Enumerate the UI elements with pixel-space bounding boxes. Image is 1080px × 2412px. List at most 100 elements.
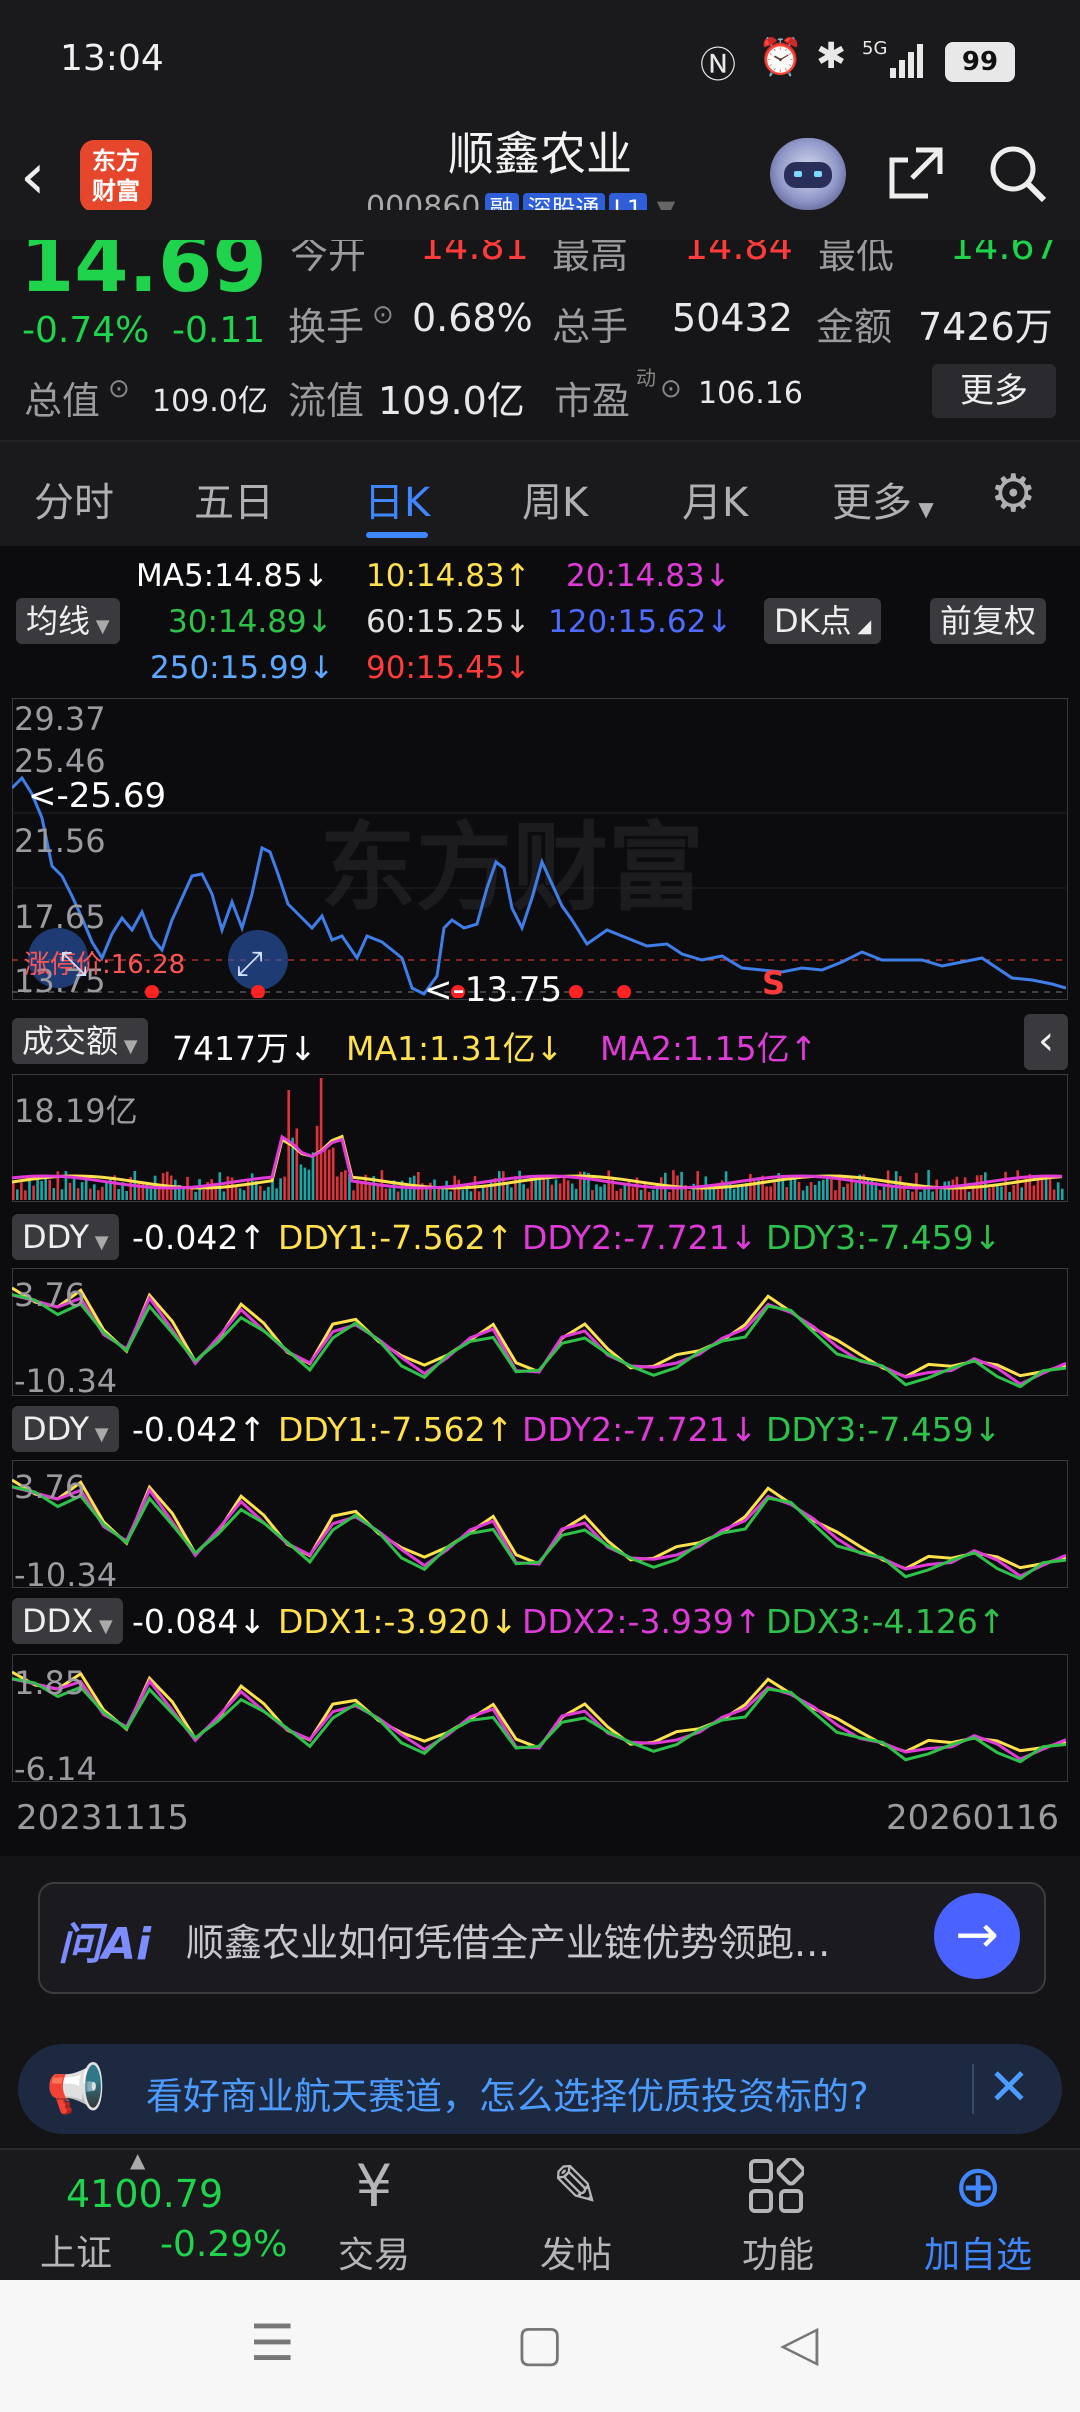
search-icon[interactable] [984, 140, 1052, 208]
volume-bar [631, 1187, 635, 1200]
kline-axis-3: 17.65 [14, 898, 106, 936]
share-icon[interactable] [882, 140, 950, 208]
index-change[interactable]: -0.29% [160, 2224, 287, 2265]
info-icon[interactable]: ⊙ [108, 374, 130, 404]
volume-bar [502, 1171, 505, 1200]
start-date: 20231115 [16, 1798, 190, 1838]
volume-bar [84, 1180, 88, 1200]
volume-bar [48, 1179, 51, 1200]
zoom-in-icon[interactable]: ⤢ [236, 944, 263, 984]
battery-icon: 99 [945, 42, 1015, 82]
volume-bar [303, 1167, 307, 1200]
app-logo[interactable]: 东方财富 [80, 140, 152, 212]
more-button[interactable]: 更多 [932, 364, 1056, 418]
index-value[interactable]: 4100.79 [66, 2172, 223, 2216]
volume-bar [907, 1189, 910, 1200]
ad-text[interactable]: 看好商业航天赛道，怎么选择优质投资标的? [146, 2066, 869, 2120]
volume-bar [307, 1169, 311, 1200]
back-icon[interactable]: ‹ [20, 140, 46, 214]
volume-bar [76, 1188, 80, 1200]
info-icon[interactable]: ⊙ [660, 374, 682, 404]
adjust-button[interactable]: 前复权 [930, 598, 1047, 644]
ma90-value: 90:15.45↓ [366, 650, 531, 686]
volume-bar [36, 1177, 39, 1200]
ddy2-line1: DDY1:-7.562↑ [278, 1410, 514, 1449]
ddy1-axis-top: 3.76 [14, 1276, 86, 1314]
volume-bar [1000, 1186, 1003, 1200]
max-price-marker: <-25.69 [28, 776, 167, 816]
volume-bar [554, 1179, 558, 1200]
volume-bar [615, 1190, 618, 1200]
pe-value: 106.16 [698, 376, 803, 411]
turnover-label: 换手 [288, 305, 365, 349]
ddx-selector[interactable]: DDX ▼ [12, 1598, 123, 1644]
nav-function[interactable]: 功能 [718, 2226, 838, 2278]
settings-icon[interactable]: ⚙ [990, 464, 1037, 524]
trade-icon[interactable]: ¥ [314, 2152, 434, 2220]
volume-bar [477, 1191, 481, 1200]
tab-intraday[interactable]: 分时 [34, 470, 114, 528]
volume-bar [1016, 1170, 1019, 1200]
zoom-out-icon[interactable]: ⤡ [60, 944, 87, 984]
ddy2-axis-bottom: -10.34 [14, 1556, 118, 1594]
volume-bar [28, 1179, 31, 1200]
ddy2-selector[interactable]: DDY ▼ [12, 1406, 119, 1452]
tab-weekly[interactable]: 周K [522, 470, 588, 528]
megaphone-icon: 📢 [46, 2061, 106, 2117]
volume-bar [570, 1183, 574, 1200]
volume-selector[interactable]: 成交额 ▼ [12, 1018, 148, 1064]
volume-bar [882, 1186, 886, 1200]
close-icon[interactable]: ✕ [988, 2058, 1030, 2116]
volume-bar [846, 1183, 849, 1200]
volume-bar [344, 1170, 347, 1200]
back-nav-icon[interactable]: ◁ [780, 2314, 818, 2372]
menu-icon[interactable]: ☰ [250, 2314, 295, 2372]
tab-daily[interactable]: 日K [364, 470, 430, 528]
tab-more[interactable]: 更多 ▼ [832, 470, 934, 528]
volume-bar [311, 1152, 315, 1200]
volume-ma-line [12, 1134, 1063, 1190]
volume-bar [530, 1178, 533, 1200]
ddy2-value: -0.042↑ [132, 1410, 267, 1449]
dk-point-button[interactable]: DK点 ◢ [764, 598, 882, 644]
volume-bar [449, 1191, 452, 1200]
info-icon[interactable]: ⊙ [372, 300, 394, 330]
index-name[interactable]: 上证 [40, 2224, 112, 2276]
ai-prompt: 顺鑫农业如何凭借全产业链优势领跑... [186, 1921, 831, 1965]
home-icon[interactable]: ▢ [516, 2314, 563, 2372]
nav-post[interactable]: 发帖 [516, 2226, 636, 2278]
ma-selector[interactable]: 均线 ▼ [16, 598, 120, 644]
end-date: 20260116 [886, 1798, 1060, 1838]
volume-bar [457, 1179, 461, 1200]
ddy2-line2: DDY2:-7.721↓ [522, 1410, 758, 1449]
amount-label: 金额 [816, 305, 893, 349]
ddy2-axis-top: 3.76 [14, 1468, 86, 1506]
volume-bar [234, 1186, 238, 1200]
volume-current: 7417万↓ [172, 1029, 317, 1068]
volume-bar [259, 1185, 262, 1200]
tab-five-day[interactable]: 五日 [194, 470, 274, 528]
ai-assistant-icon[interactable] [770, 138, 846, 210]
grid-icon[interactable] [748, 2156, 806, 2214]
float-label: 流值 [288, 379, 365, 423]
volume-bar [485, 1186, 489, 1200]
caret-down-icon: ▼ [912, 497, 934, 521]
arrow-right-icon[interactable]: → [934, 1893, 1020, 1979]
tab-monthly[interactable]: 月K [682, 470, 748, 528]
volume-bar [16, 1189, 19, 1200]
index-up-marker: ▲ [130, 2148, 146, 2172]
edit-icon[interactable]: ✎ [516, 2152, 636, 2220]
volume-bar [607, 1170, 610, 1200]
ddx-axis-bottom: -6.14 [14, 1750, 97, 1788]
volume-bar [939, 1189, 942, 1200]
stock-name[interactable]: 顺鑫农业 [380, 118, 700, 184]
nav-trade[interactable]: 交易 [314, 2226, 434, 2278]
volume-bar [947, 1181, 951, 1200]
collapse-icon[interactable]: ‹ [1024, 1014, 1068, 1070]
ma250-value: 250:15.99↓ [150, 650, 335, 686]
ma30-value: 30:14.89↓ [168, 604, 333, 640]
volume-bar [267, 1186, 270, 1200]
nav-add-watchlist[interactable]: 加自选 [918, 2226, 1038, 2278]
add-icon[interactable]: ⊕ [918, 2152, 1038, 2220]
ddy1-selector[interactable]: DDY ▼ [12, 1214, 119, 1260]
